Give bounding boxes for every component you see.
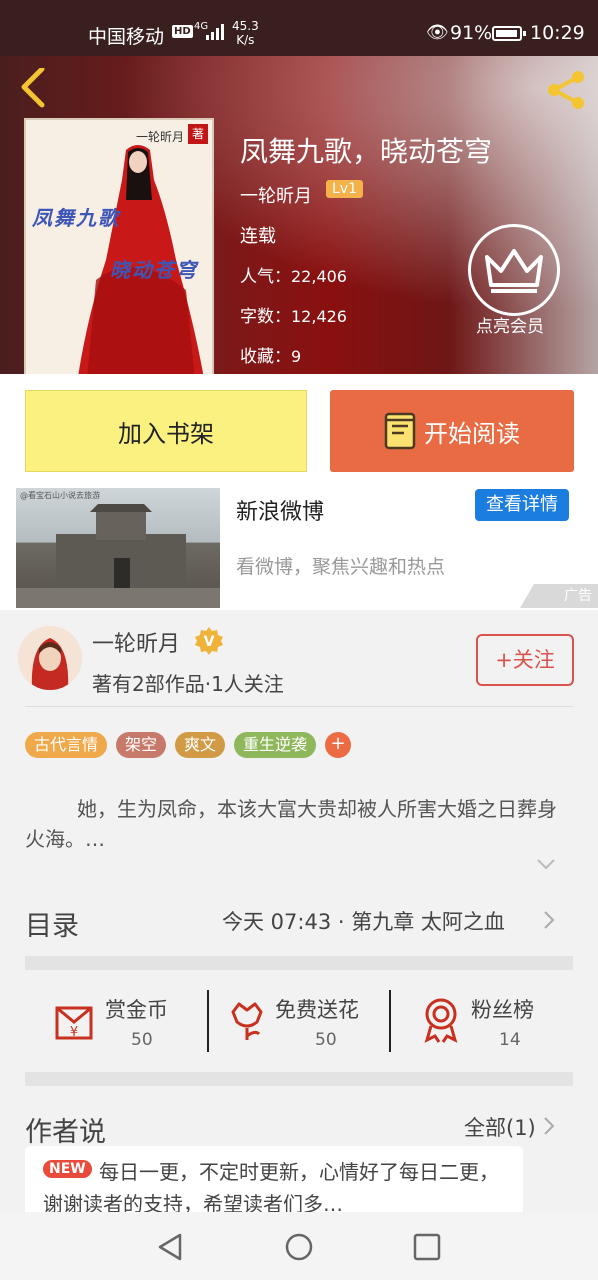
back-triangle-icon[interactable] (156, 1232, 186, 1262)
ad-label: 广告 (520, 584, 598, 608)
verified-v-icon: V (195, 627, 223, 655)
back-arrow-icon[interactable] (14, 68, 54, 108)
tag-item[interactable]: 爽文 (175, 732, 226, 758)
reward-bar: ¥ 赏金币 50 免费送花 50 粉丝榜 14 (25, 984, 573, 1056)
send-flower-button[interactable]: 免费送花 50 (209, 984, 391, 1056)
start-reading-button[interactable]: 开始阅读 (330, 390, 574, 472)
tag-item[interactable]: 架空 (116, 732, 167, 758)
catalog-title[interactable]: 目录 (25, 904, 79, 943)
section-divider (25, 956, 573, 970)
section-divider (25, 1072, 573, 1086)
medal-icon (424, 998, 458, 1043)
author-card[interactable]: 一轮昕月 V 著有2部作品·1人关注 +关注 (0, 610, 598, 706)
reward-label: 粉丝榜 (471, 998, 534, 1022)
hd-icon: HD (172, 25, 193, 38)
reward-value: 14 (499, 1030, 521, 1050)
tag-item[interactable]: 古代言情 (25, 732, 108, 758)
cover-author: 一轮昕月 (135, 130, 184, 144)
vip-button[interactable] (468, 224, 560, 316)
reward-coins-button[interactable]: ¥ 赏金币 50 (25, 984, 207, 1056)
avatar-illustration (18, 626, 82, 690)
ad-image-credit: @看宝石山小说去旅游 (20, 491, 100, 500)
ad-description: 看微博，聚焦兴趣和热点 (236, 556, 446, 578)
latest-chapter[interactable]: 今天 07:43 · 第九章 太阿之血 (222, 906, 505, 936)
chevron-down-icon[interactable] (536, 858, 556, 870)
add-to-shelf-button[interactable]: 加入书架 (25, 390, 307, 472)
follow-button[interactable]: +关注 (476, 634, 574, 686)
avatar[interactable] (18, 626, 82, 690)
advertisement[interactable]: @看宝石山小说去旅游 新浪微博 查看详情 看微博，聚焦兴趣和热点 广告 (0, 486, 598, 610)
author-says-text: 每日一更，不定时更新，心情好了每日二更，谢谢读者的支持，希望读者们多… (43, 1160, 499, 1216)
fan-ranking-button[interactable]: 粉丝榜 14 (391, 984, 573, 1056)
reward-value: 50 (131, 1030, 153, 1050)
book-description[interactable]: 她，生为凤命，本该大富大贵却被人所害大婚之日葬身火海。… (25, 794, 575, 854)
start-reading-label: 开始阅读 (424, 419, 520, 448)
carrier-name: 中国移动 (88, 26, 165, 48)
author-level-badge: Lv1 (326, 180, 363, 198)
new-badge: NEW (43, 1160, 92, 1178)
home-circle-icon[interactable] (284, 1232, 314, 1262)
chevron-right-icon[interactable] (543, 910, 555, 930)
book-author[interactable]: 一轮昕月 (240, 182, 312, 208)
word-count-stat: 字数：12,426 (240, 307, 347, 327)
action-bar: 加入书架 开始阅读 (0, 374, 598, 486)
author-meta: 著有2部作品·1人关注 (92, 672, 284, 696)
reward-label: 免费送花 (275, 998, 359, 1022)
book-cover[interactable]: 著 一轮昕月 凤舞九歌 晓动苍穹 (24, 118, 214, 374)
book-status: 连载 (240, 226, 276, 247)
vip-label[interactable]: 点亮会员 (476, 312, 544, 337)
book-icon (384, 412, 416, 450)
tag-item[interactable]: 重生逆袭 (234, 732, 317, 758)
more-tags-button[interactable]: + (325, 732, 352, 758)
ad-building-illustration (16, 504, 220, 608)
tag-list: 古代言情 架空 爽文 重生逆袭 + (25, 732, 352, 758)
battery-icon (492, 26, 526, 41)
svg-text:¥: ¥ (70, 1025, 78, 1040)
reward-value: 50 (315, 1030, 337, 1050)
author-says-title: 作者说 (25, 1117, 106, 1148)
cover-seal: 著 (188, 124, 208, 144)
reward-label: 赏金币 (105, 998, 168, 1022)
book-title: 凤舞九歌，晓动苍穹 (240, 135, 493, 168)
battery-percent: 91% (450, 22, 493, 44)
ad-title: 新浪微博 (236, 500, 325, 525)
svg-text:V: V (204, 634, 215, 650)
crown-icon (485, 249, 543, 293)
cover-title-line-1: 凤舞九歌 (32, 206, 120, 230)
chevron-right-icon[interactable] (543, 1116, 555, 1136)
divider (25, 706, 573, 707)
ad-image[interactable]: @看宝石山小说去旅游 (16, 488, 220, 608)
status-bar: 中国移动 HD 4G 45.3 K/s 👁 91% 10:29 (0, 0, 598, 56)
ad-details-button[interactable]: 查看详情 (475, 489, 569, 521)
red-envelope-icon: ¥ (55, 1006, 93, 1040)
favorites-stat: 收藏：9 (240, 347, 302, 367)
author-says-all-link[interactable]: 全部(1) (464, 1112, 536, 1142)
system-nav-bar (0, 1212, 598, 1280)
cover-title-line-2: 晓动苍穹 (110, 258, 198, 282)
author-name[interactable]: 一轮昕月 (92, 626, 180, 658)
recents-square-icon[interactable] (412, 1232, 442, 1262)
popularity-stat: 人气：22,406 (240, 267, 347, 287)
network-speed: 45.3 K/s (232, 19, 259, 47)
flower-icon (231, 1002, 263, 1040)
eye-comfort-icon: 👁 (426, 22, 449, 43)
share-icon[interactable] (542, 68, 590, 112)
clock: 10:29 (530, 22, 585, 44)
book-header: 著 一轮昕月 凤舞九歌 晓动苍穹 凤舞九歌，晓动苍穹 一轮昕月 Lv1 连载 人… (0, 56, 598, 374)
signal-icon (206, 24, 224, 40)
author-says-card[interactable]: 每日一更，不定时更新，心情好了每日二更，谢谢读者的支持，希望读者们多… NEW (25, 1146, 523, 1222)
